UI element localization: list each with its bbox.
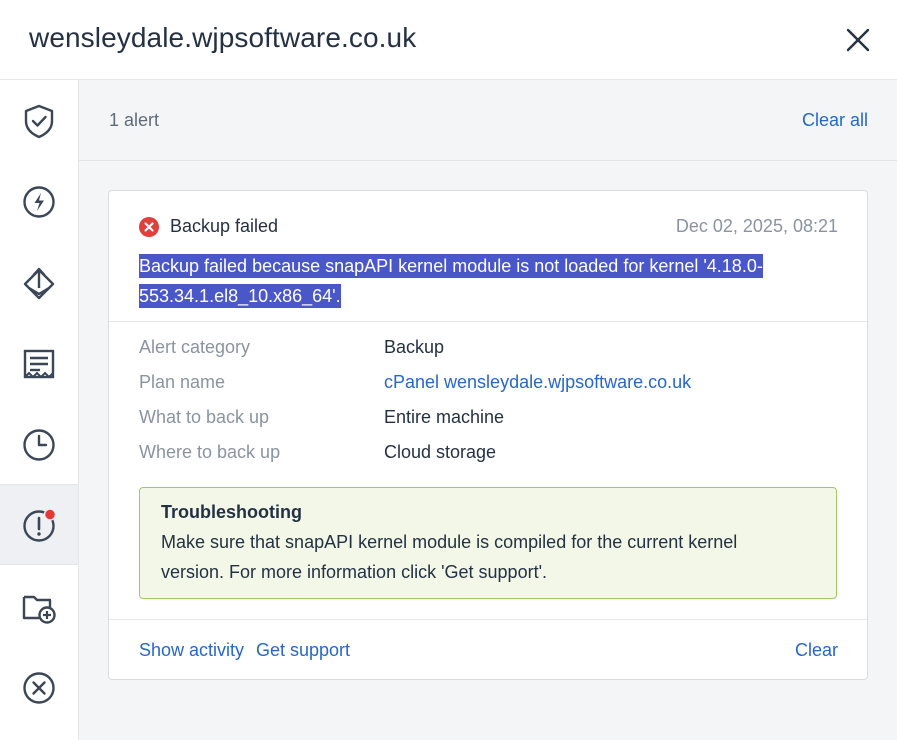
troubleshooting-line2: version. For more information click 'Get… xyxy=(161,562,548,582)
alert-message-line1: Backup failed because snapAPI kernel mod… xyxy=(139,254,763,278)
plan-name-link[interactable]: cPanel wensleydale.wjpsoftware.co.uk xyxy=(384,372,691,393)
sidebar xyxy=(0,80,79,740)
detail-value: Entire machine xyxy=(384,407,505,427)
sidebar-item-reports[interactable] xyxy=(0,323,78,404)
sidebar-item-history[interactable] xyxy=(0,404,78,485)
alert-count: 1 alert xyxy=(109,110,160,130)
notification-badge xyxy=(43,507,57,521)
sidebar-item-cancel[interactable] xyxy=(0,647,78,728)
show-activity-link[interactable]: Show activity xyxy=(139,640,244,661)
get-support-link[interactable]: Get support xyxy=(256,640,350,661)
alert-message-line2: 553.34.1.el8_10.x86_64'. xyxy=(139,284,341,308)
detail-row: Where to back up Cloud storage xyxy=(139,442,839,477)
alert-details: Alert category Backup Plan name cPanel w… xyxy=(139,337,839,477)
error-icon xyxy=(139,217,159,237)
alert-title: Backup failed xyxy=(170,216,279,236)
troubleshooting-title: Troubleshooting xyxy=(161,502,302,522)
page-title: wensleydale.wjpsoftware.co.uk xyxy=(29,22,417,53)
detail-label: What to back up xyxy=(139,407,270,427)
clear-link[interactable]: Clear xyxy=(795,640,838,661)
sidebar-item-add-folder[interactable] xyxy=(0,566,78,647)
detail-row: Alert category Backup xyxy=(139,337,839,372)
detail-label: Plan name xyxy=(139,372,226,392)
sidebar-item-protection[interactable] xyxy=(0,80,78,161)
alerts-toolbar: 1 alert Clear all xyxy=(79,80,897,161)
recovery-icon xyxy=(23,267,55,299)
detail-label: Where to back up xyxy=(139,442,281,462)
clear-all-link[interactable]: Clear all xyxy=(802,110,868,131)
cancel-circle-icon xyxy=(23,671,55,704)
troubleshooting-text: Make sure that snapAPI kernel module is … xyxy=(161,527,815,587)
detail-row: Plan name cPanel wensleydale.wjpsoftware… xyxy=(139,372,839,407)
detail-label: Alert category xyxy=(139,337,251,357)
close-button[interactable] xyxy=(840,22,876,58)
alert-message[interactable]: Backup failed because snapAPI kernel mod… xyxy=(139,251,839,311)
alerts-panel: 1 alert Clear all Backup failed Dec 02, … xyxy=(79,80,897,740)
ticket-icon xyxy=(23,349,55,378)
alert-header: Backup failed Dec 02, 2025, 08:21 Backup… xyxy=(109,191,867,322)
troubleshooting-box: Troubleshooting Make sure that snapAPI k… xyxy=(139,487,837,599)
alert-timestamp: Dec 02, 2025, 08:21 xyxy=(675,216,838,236)
lightning-icon xyxy=(23,185,55,218)
troubleshooting-line1: Make sure that snapAPI kernel module is … xyxy=(161,532,738,552)
alert-icon xyxy=(23,507,57,542)
alert-card: Backup failed Dec 02, 2025, 08:21 Backup… xyxy=(108,190,868,680)
header: wensleydale.wjpsoftware.co.uk xyxy=(0,0,897,80)
shield-check-icon xyxy=(24,104,54,138)
sidebar-item-actions[interactable] xyxy=(0,161,78,242)
detail-value: Backup xyxy=(384,337,445,357)
detail-value: Cloud storage xyxy=(384,442,497,462)
folder-add-icon xyxy=(22,595,56,624)
sidebar-item-alerts[interactable] xyxy=(0,484,78,565)
alert-actions: Show activity Get support Clear xyxy=(109,619,867,679)
sidebar-item-recovery[interactable] xyxy=(0,242,78,323)
clock-icon xyxy=(23,428,55,461)
detail-row: What to back up Entire machine xyxy=(139,407,839,442)
close-icon xyxy=(846,28,870,52)
